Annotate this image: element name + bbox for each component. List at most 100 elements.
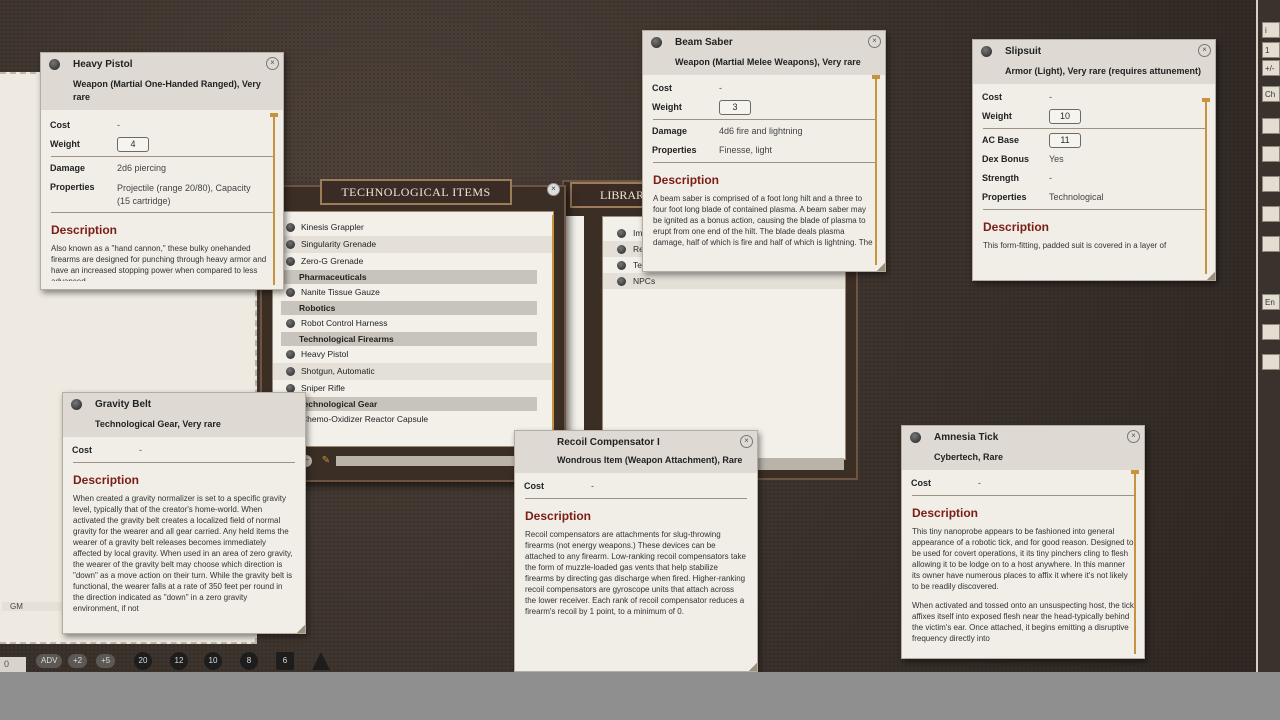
d8-icon[interactable]: 8 xyxy=(240,652,258,670)
close-icon[interactable]: × xyxy=(266,57,279,70)
list-item[interactable]: Chemo-Oxidizer Reactor Capsule xyxy=(273,411,553,428)
slipsuit-card[interactable]: Slipsuit Armor (Light), Very rare (requi… xyxy=(972,39,1216,281)
list-item[interactable]: Sniper Rifle xyxy=(273,380,553,397)
rail-button[interactable]: 1 xyxy=(1262,42,1280,58)
card-header: Recoil Compensator I Wondrous Item (Weap… xyxy=(515,431,757,473)
filter-input[interactable] xyxy=(336,456,542,466)
close-icon[interactable]: × xyxy=(740,435,753,448)
adv-button[interactable]: ADV xyxy=(36,654,63,668)
weight-field[interactable]: 10 xyxy=(1049,109,1081,124)
list-item[interactable]: Singularity Grenade xyxy=(273,236,553,253)
beam-saber-card[interactable]: Beam Saber Weapon (Martial Melee Weapons… xyxy=(642,30,886,272)
link-icon[interactable] xyxy=(910,432,921,443)
rail-button[interactable] xyxy=(1262,146,1280,162)
rail-button[interactable] xyxy=(1262,176,1280,192)
scrollbar[interactable] xyxy=(1202,98,1210,274)
list-item[interactable]: Zero-G Grenade xyxy=(273,253,553,270)
properties-row: Properties Projectile (range 20/80), Capa… xyxy=(50,182,251,206)
category-header: Robotics xyxy=(281,301,537,315)
plus-two-button[interactable]: +2 xyxy=(68,654,88,668)
description-text: Recoil compensators are attachments for … xyxy=(525,530,746,616)
rail-button[interactable]: En xyxy=(1262,294,1280,310)
heavy-pistol-card[interactable]: Heavy Pistol Weapon (Martial One-Handed … xyxy=(40,52,284,290)
library-item[interactable]: NPCs xyxy=(603,273,845,289)
window-title: TECHNOLOGICAL ITEMS xyxy=(320,179,512,205)
rail-button[interactable] xyxy=(1262,118,1280,134)
rail-button[interactable]: i xyxy=(1262,22,1280,38)
item-type: Armor (Light), Very rare (requires attun… xyxy=(1005,66,1202,76)
card-header: Amnesia Tick Cybertech, Rare × xyxy=(902,426,1144,470)
weight-row: Weight 3 xyxy=(643,98,885,117)
d20-icon[interactable]: 20 xyxy=(134,652,152,670)
resize-handle[interactable] xyxy=(297,625,305,633)
list-item[interactable]: Robot Control Harness xyxy=(273,315,553,332)
item-name: Beam Saber xyxy=(675,37,733,48)
item-name: Slipsuit xyxy=(1005,46,1042,57)
item-type: Cybertech, Rare xyxy=(934,452,1004,462)
ac-field[interactable]: 11 xyxy=(1049,133,1081,148)
description-heading: Description xyxy=(983,220,1050,234)
d10-icon[interactable]: 10 xyxy=(204,652,222,670)
cost-row: Cost - xyxy=(50,120,120,130)
link-icon xyxy=(286,288,295,297)
damage-row: Damage 4d6 fire and lightning xyxy=(652,126,803,136)
close-icon[interactable]: × xyxy=(1198,44,1211,57)
description-heading: Description xyxy=(51,223,118,237)
gravity-belt-card[interactable]: Gravity Belt Technological Gear, Very ra… xyxy=(62,392,306,634)
scrollbar[interactable] xyxy=(872,75,880,265)
d12-icon[interactable]: 12 xyxy=(170,652,188,670)
link-icon[interactable] xyxy=(49,59,60,70)
description-heading: Description xyxy=(525,509,592,523)
link-icon[interactable] xyxy=(71,399,82,410)
rail-button[interactable]: +/- xyxy=(1262,60,1280,76)
close-icon[interactable]: × xyxy=(547,183,560,196)
cost-row: Cost - xyxy=(911,478,981,488)
resize-handle[interactable] xyxy=(749,663,757,671)
weight-field[interactable]: 3 xyxy=(719,100,751,115)
link-icon xyxy=(617,261,626,270)
list-item[interactable]: Kinesis Grappler xyxy=(273,219,553,236)
divider xyxy=(983,209,1205,210)
link-icon[interactable] xyxy=(981,46,992,57)
item-name: Gravity Belt xyxy=(95,399,152,410)
rail-button[interactable] xyxy=(1262,206,1280,222)
recoil-compensator-card[interactable]: Recoil Compensator I Wondrous Item (Weap… xyxy=(514,430,758,672)
edit-icon[interactable]: ✎ xyxy=(320,455,332,467)
list-item[interactable]: Heavy Pistol xyxy=(273,346,553,363)
scrollbar[interactable] xyxy=(270,113,278,285)
modifier-box[interactable]: 0 xyxy=(0,657,26,672)
item-type: Weapon (Martial One-Handed Ranged), Very… xyxy=(73,79,261,102)
item-name: Heavy Pistol xyxy=(73,59,133,70)
rail-button[interactable] xyxy=(1262,354,1280,370)
link-icon xyxy=(286,223,295,232)
weight-row: Weight 4 xyxy=(41,135,283,154)
divider xyxy=(525,498,747,499)
amnesia-tick-card[interactable]: Amnesia Tick Cybertech, Rare × Cost - Des… xyxy=(901,425,1145,659)
window-footer: + − ✎ xyxy=(272,453,552,469)
link-icon[interactable] xyxy=(651,37,662,48)
resize-handle[interactable] xyxy=(877,263,885,271)
list-item[interactable]: Nanite Tissue Gauze xyxy=(273,284,553,301)
scrollbar[interactable] xyxy=(1131,470,1139,654)
item-name: Recoil Compensator I xyxy=(557,437,660,448)
rail-button[interactable] xyxy=(1262,236,1280,252)
category-header: Technological Gear xyxy=(281,397,537,411)
scrollbar[interactable] xyxy=(552,215,554,439)
category-header: Pharmaceuticals xyxy=(281,270,537,284)
strength-row: Strength - xyxy=(982,173,1052,183)
plus-five-button[interactable]: +5 xyxy=(96,654,116,668)
list-item[interactable]: Shotgun, Automatic xyxy=(273,363,553,380)
link-icon xyxy=(286,240,295,249)
weight-field[interactable]: 4 xyxy=(117,137,149,152)
cost-row: Cost - xyxy=(982,92,1052,102)
d6-icon[interactable]: 6 xyxy=(276,652,294,670)
resize-handle[interactable] xyxy=(1207,272,1215,280)
category-header: Technological Firearms xyxy=(281,332,537,346)
close-icon[interactable]: × xyxy=(868,35,881,48)
divider xyxy=(51,212,273,213)
dex-row: Dex Bonus Yes xyxy=(982,154,1064,164)
close-icon[interactable]: × xyxy=(1127,430,1140,443)
rail-button[interactable]: Ch xyxy=(1262,86,1280,102)
rail-button[interactable] xyxy=(1262,324,1280,340)
link-icon xyxy=(617,277,626,286)
